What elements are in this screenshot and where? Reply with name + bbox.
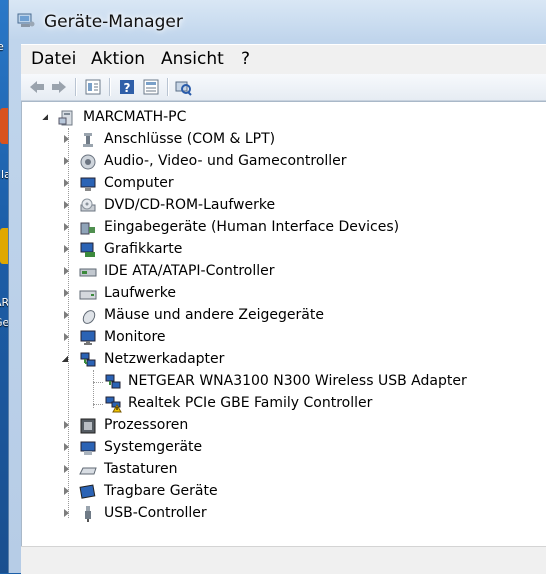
expand-arrow-icon[interactable] [64,245,69,253]
keyboard-icon [79,467,97,475]
tree-item-label: Monitore [104,329,166,345]
back-arrow-icon[interactable] [27,77,47,97]
menu-aktion[interactable]: Aktion [89,49,147,69]
usb-icon [85,506,91,522]
menu-bar: Datei Aktion Ansicht ? [21,44,546,75]
expand-arrow-icon[interactable] [64,179,69,187]
tree-item-label: Mäuse und andere Zeigegeräte [104,307,324,323]
expand-arrow-icon[interactable] [64,421,69,429]
tree-guide-line [93,404,103,405]
collapse-arrow-icon[interactable] [62,356,68,362]
computer-icon [80,177,96,191]
expand-arrow-icon[interactable] [64,157,69,165]
expand-arrow-icon[interactable] [64,311,69,319]
scan-hardware-icon[interactable] [173,77,193,97]
tree-item-label: Audio-, Video- und Gamecontroller [104,153,347,169]
toolbar-separator [167,78,169,96]
tree-guide-line [93,370,94,408]
tree-item-label: Grafikkarte [104,241,183,257]
menu-ansicht[interactable]: Ansicht [159,49,226,69]
tree-item-label: IDE ATA/ATAPI-Controller [104,263,275,279]
tree-item-label: Netzwerkadapter [104,351,225,367]
network-adapter-warning-icon [105,396,122,413]
tree-item-label: Tragbare Geräte [104,483,218,499]
network-adapter-icon [105,374,121,389]
properties-icon[interactable] [83,77,103,97]
device-tree-panel: MARCMATH-PC Anschlüsse (COM & LPT) Audio… [21,101,546,547]
tree-item-label: Tastaturen [104,461,178,477]
tree-item-label: Laufwerke [104,285,176,301]
monitor-icon [80,330,96,345]
expand-arrow-icon[interactable] [64,135,69,143]
mouse-icon [82,310,96,324]
device-manager-icon [17,13,35,27]
computer-name: MARCMATH-PC [83,109,187,125]
tree-item-label: Computer [104,175,174,191]
expand-arrow-icon[interactable] [64,487,69,495]
computer-icon [58,110,73,126]
tree-item-label: USB-Controller [104,505,207,521]
tree-item-label: NETGEAR WNA3100 N300 Wireless USB Adapte… [128,373,467,389]
tree-guide-line [93,382,103,383]
desktop-label: ie [0,40,4,53]
portable-device-icon [79,484,96,499]
view-icon[interactable] [141,77,161,97]
expand-arrow-icon[interactable] [64,465,69,473]
speaker-icon [80,154,96,170]
expand-arrow-icon[interactable] [64,289,69,297]
input-device-icon [80,222,95,235]
toolbar: ? [21,74,546,101]
expand-arrow-icon[interactable] [64,509,69,517]
display-adapter-icon [80,242,95,257]
forward-arrow-icon[interactable] [49,77,69,97]
system-devices-icon [80,441,96,455]
tree-item-label: Prozessoren [104,417,189,433]
disk-drive-icon [79,290,97,300]
tree-item-label: Realtek PCIe GBE Family Controller [128,395,373,411]
network-adapter-icon [80,352,96,367]
dvd-drive-icon [80,198,96,212]
status-bar [21,546,546,574]
expand-arrow-icon[interactable] [64,201,69,209]
processor-icon [80,418,96,434]
menu-help[interactable]: ? [239,49,252,69]
svg-text:?: ? [124,81,131,95]
ide-controller-icon [79,268,97,277]
tree-item-label: DVD/CD-ROM-Laufwerke [104,197,276,213]
expand-arrow-icon[interactable] [64,223,69,231]
device-manager-window: Geräte-Manager Datei Aktion Ansicht ? ? [8,0,546,574]
port-icon [83,133,93,147]
collapse-arrow-icon[interactable] [42,114,48,120]
toolbar-separator [109,78,111,96]
expand-arrow-icon[interactable] [64,443,69,451]
tree-item-label: Eingabegeräte (Human Interface Devices) [104,219,400,235]
tree-item-label: Anschlüsse (COM & LPT) [104,131,276,147]
title-bar[interactable]: Geräte-Manager [9,0,546,40]
help-icon[interactable]: ? [117,77,137,97]
tree-item-label: Systemgeräte [104,439,203,455]
toolbar-separator [75,78,77,96]
expand-arrow-icon[interactable] [64,267,69,275]
expand-arrow-icon[interactable] [64,333,69,341]
menu-datei[interactable]: Datei [29,49,78,69]
window-title: Geräte-Manager [44,12,183,32]
